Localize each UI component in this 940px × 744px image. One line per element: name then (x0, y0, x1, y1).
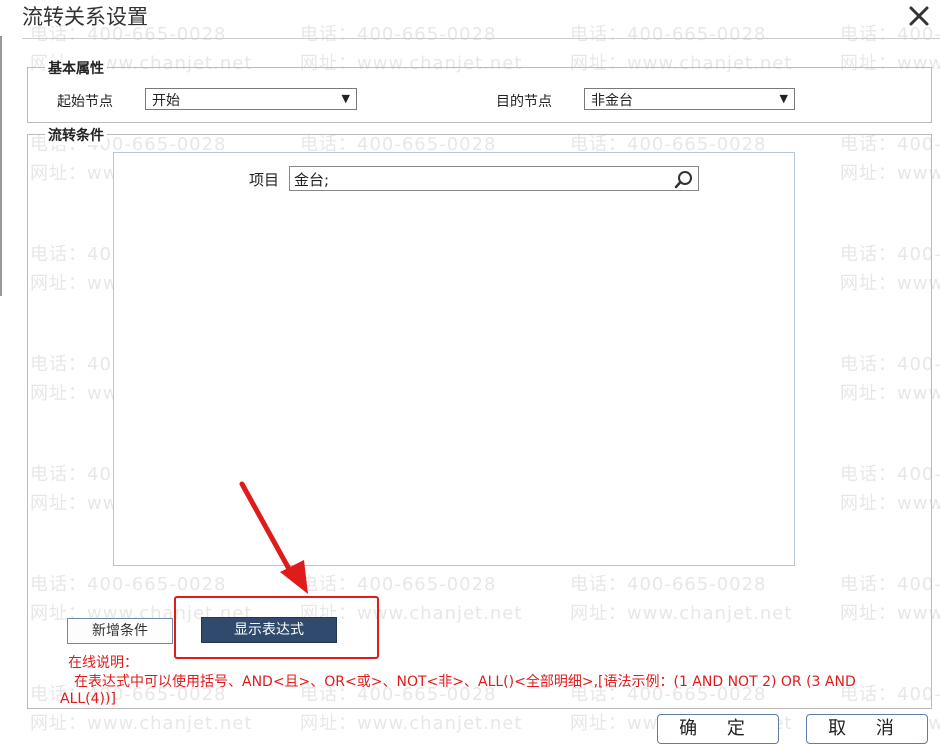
cancel-button[interactable]: 取 消 (806, 714, 928, 744)
item-input[interactable]: 金台; (289, 166, 699, 191)
condition-area (113, 152, 795, 566)
title-bar: 流转关系设置 (0, 0, 940, 32)
dropdown-arrow-icon: ▼ (779, 92, 788, 105)
close-button[interactable] (904, 2, 934, 30)
dialog-title: 流转关系设置 (22, 5, 148, 29)
target-node-label: 目的节点 (496, 94, 552, 110)
start-node-value: 开始 (152, 93, 180, 109)
highlight-box (174, 596, 379, 659)
online-help-text: 在表达式中可以使用括号、AND<且>、OR<或>、NOT<非>、ALL()<全部… (60, 674, 856, 707)
watermark-site: 网址：www.chanjet.net (300, 713, 523, 733)
close-icon (909, 6, 929, 26)
annotation-arrow-icon (239, 481, 308, 594)
item-value: 金台; (294, 171, 330, 189)
online-help-title: 在线说明： (68, 655, 138, 671)
item-label: 项目 (249, 171, 280, 189)
basic-properties-label: 基本属性 (45, 58, 107, 78)
dropdown-arrow-icon: ▼ (341, 92, 350, 105)
window-edge (0, 36, 2, 296)
search-icon[interactable] (674, 169, 696, 189)
add-condition-button[interactable]: 新增条件 (67, 618, 173, 644)
condition-group-label: 流转条件 (45, 125, 107, 145)
title-divider (22, 38, 940, 39)
ok-button[interactable]: 确 定 (657, 714, 779, 744)
start-node-select[interactable]: 开始 ▼ (145, 88, 357, 110)
target-node-value: 非金台 (591, 93, 633, 109)
target-node-select[interactable]: 非金台 ▼ (584, 88, 795, 110)
start-node-label: 起始节点 (57, 94, 113, 110)
watermark-site: 网址：www.chanjet.net (30, 713, 253, 733)
